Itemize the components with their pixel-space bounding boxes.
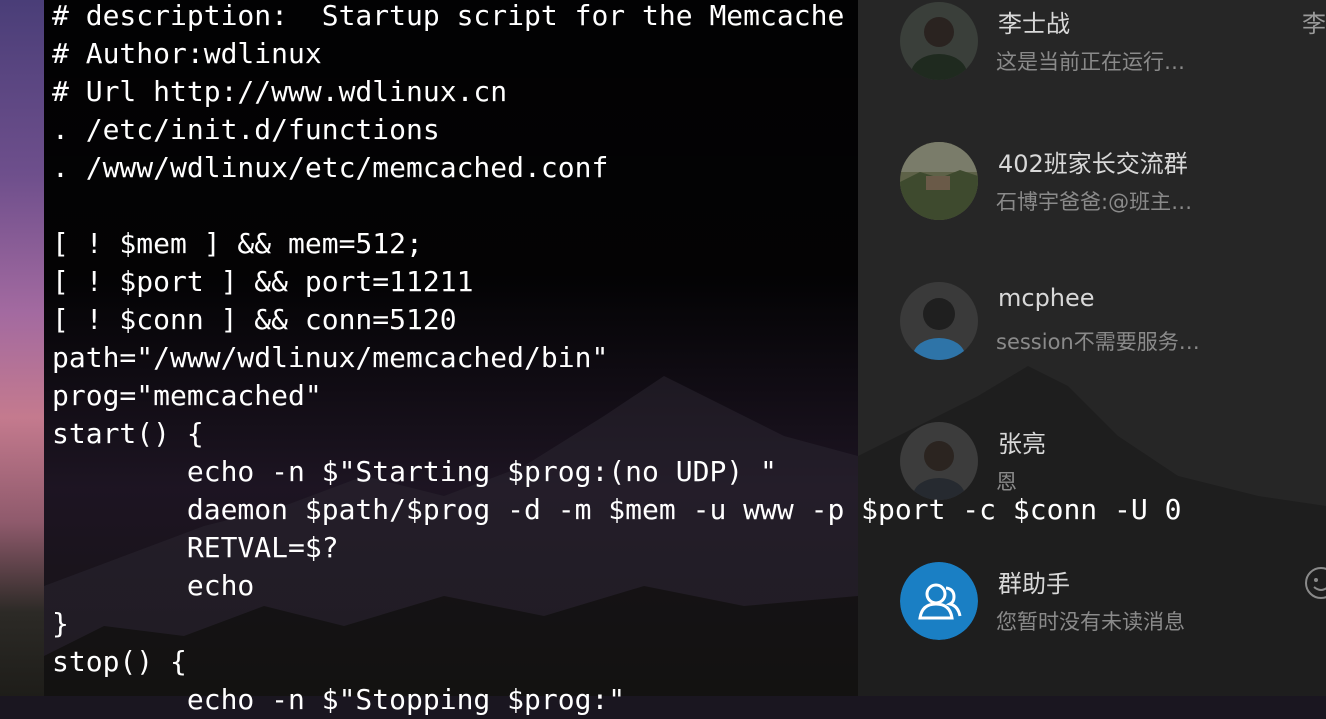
code-line: echo — [52, 569, 255, 602]
terminal-code[interactable]: # description: Startup script for the Me… — [52, 0, 1181, 719]
code-line: echo -n $"Starting $prog:(no UDP) " — [52, 455, 777, 488]
code-line: path="/www/wdlinux/memcached/bin" — [52, 341, 609, 374]
code-line: } — [52, 607, 69, 640]
code-line: # description: Startup script for the Me… — [52, 0, 845, 32]
code-line: . /www/wdlinux/etc/memcached.conf — [52, 151, 609, 184]
emoji-icon[interactable] — [1304, 566, 1326, 600]
code-line: [ ! $mem ] && mem=512; — [52, 227, 423, 260]
code-line: prog="memcached" — [52, 379, 322, 412]
code-line: start() { — [52, 417, 204, 450]
code-line: # Url http://www.wdlinux.cn — [52, 75, 508, 108]
terminal-window[interactable]: # description: Startup script for the Me… — [44, 0, 1181, 716]
code-line: stop() { — [52, 645, 187, 678]
truncated-chat-title: 李 — [1302, 10, 1326, 38]
code-line: RETVAL=$? — [52, 531, 339, 564]
code-line: [ ! $port ] && port=11211 — [52, 265, 474, 298]
desktop-wallpaper — [0, 0, 44, 696]
code-line: daemon $path/$prog -d -m $mem -u www -p … — [52, 493, 1182, 526]
code-line: [ ! $conn ] && conn=5120 — [52, 303, 457, 336]
code-line: # Author:wdlinux — [52, 37, 322, 70]
code-line: echo -n $"Stopping $prog:" — [52, 683, 626, 716]
code-line: . /etc/init.d/functions — [52, 113, 440, 146]
